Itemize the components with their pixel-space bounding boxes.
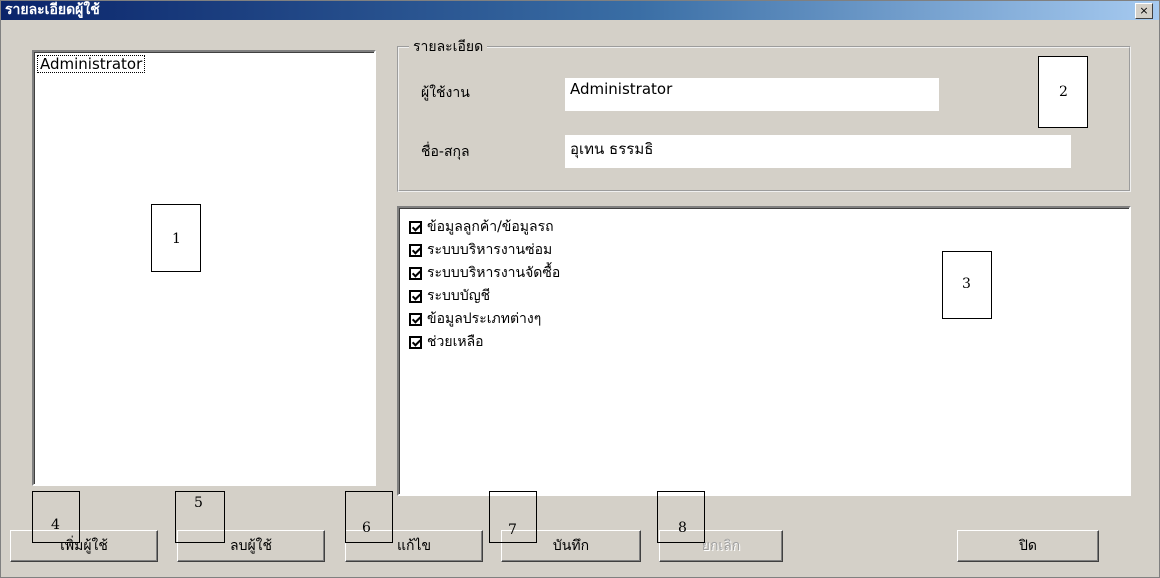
- callout-number: 2: [1059, 84, 1068, 100]
- checkbox-checked-icon[interactable]: [409, 336, 422, 349]
- permission-label: ระบบบัญชี: [427, 288, 491, 304]
- callout-number: 7: [508, 522, 517, 538]
- callout-2: 2: [1038, 56, 1088, 128]
- callout-5: 5: [175, 491, 225, 543]
- user-list[interactable]: Administrator: [32, 50, 376, 486]
- permission-item[interactable]: ข้อมูลประเภทต่างๆ: [409, 308, 542, 327]
- details-group-label: รายละเอียด: [409, 36, 488, 58]
- checkbox-checked-icon[interactable]: [409, 290, 422, 303]
- callout-4: 4: [32, 491, 80, 543]
- checkbox-checked-icon[interactable]: [409, 244, 422, 257]
- fullname-field[interactable]: อุเทน ธรรมธิ: [565, 135, 1071, 168]
- permission-item[interactable]: ช่วยเหลือ: [409, 331, 484, 350]
- username-field[interactable]: Administrator: [565, 78, 939, 111]
- checkbox-checked-icon[interactable]: [409, 313, 422, 326]
- close-button[interactable]: ปิด: [957, 530, 1099, 562]
- permission-label: ข้อมูลประเภทต่างๆ: [427, 311, 542, 327]
- callout-number: 6: [362, 520, 371, 536]
- callout-7: 7: [489, 491, 537, 543]
- permission-item[interactable]: ระบบบัญชี: [409, 285, 491, 304]
- callout-8: 8: [657, 491, 705, 543]
- permission-label: ข้อมูลลูกค้า/ข้อมูลรถ: [427, 219, 554, 235]
- checkbox-checked-icon[interactable]: [409, 221, 422, 234]
- permissions-list[interactable]: ข้อมูลลูกค้า/ข้อมูลรถ ระบบบริหารงานซ่อม …: [397, 206, 1131, 496]
- window-title: รายละเอียดผู้ใช้: [5, 2, 100, 18]
- callout-3: 3: [942, 251, 992, 319]
- callout-number: 8: [678, 520, 687, 536]
- permission-item[interactable]: ระบบบริหารงานซ่อม: [409, 239, 553, 258]
- callout-number: 4: [51, 517, 60, 533]
- user-list-item[interactable]: Administrator: [37, 55, 146, 73]
- permission-item[interactable]: ระบบบริหารงานจัดซื้อ: [409, 262, 561, 281]
- callout-number: 3: [962, 276, 971, 292]
- callout-1: 1: [151, 204, 201, 272]
- callout-6: 6: [345, 491, 393, 543]
- callout-number: 5: [194, 495, 203, 511]
- callout-number: 1: [172, 231, 181, 247]
- title-bar[interactable]: รายละเอียดผู้ใช้ ×: [1, 1, 1159, 20]
- permission-item[interactable]: ข้อมูลลูกค้า/ข้อมูลรถ: [409, 216, 554, 235]
- close-icon[interactable]: ×: [1135, 3, 1153, 19]
- permission-label: ระบบบริหารงานจัดซื้อ: [427, 265, 561, 281]
- fullname-label: ชื่อ-สกุล: [421, 144, 470, 160]
- details-groupbox: รายละเอียด ผู้ใช้งาน Administrator ชื่อ-…: [397, 36, 1131, 192]
- permission-label: ช่วยเหลือ: [427, 334, 484, 350]
- permission-label: ระบบบริหารงานซ่อม: [427, 242, 553, 258]
- user-details-window: รายละเอียดผู้ใช้ × Administrator รายละเอ…: [0, 0, 1160, 578]
- username-label: ผู้ใช้งาน: [421, 85, 470, 101]
- checkbox-checked-icon[interactable]: [409, 267, 422, 280]
